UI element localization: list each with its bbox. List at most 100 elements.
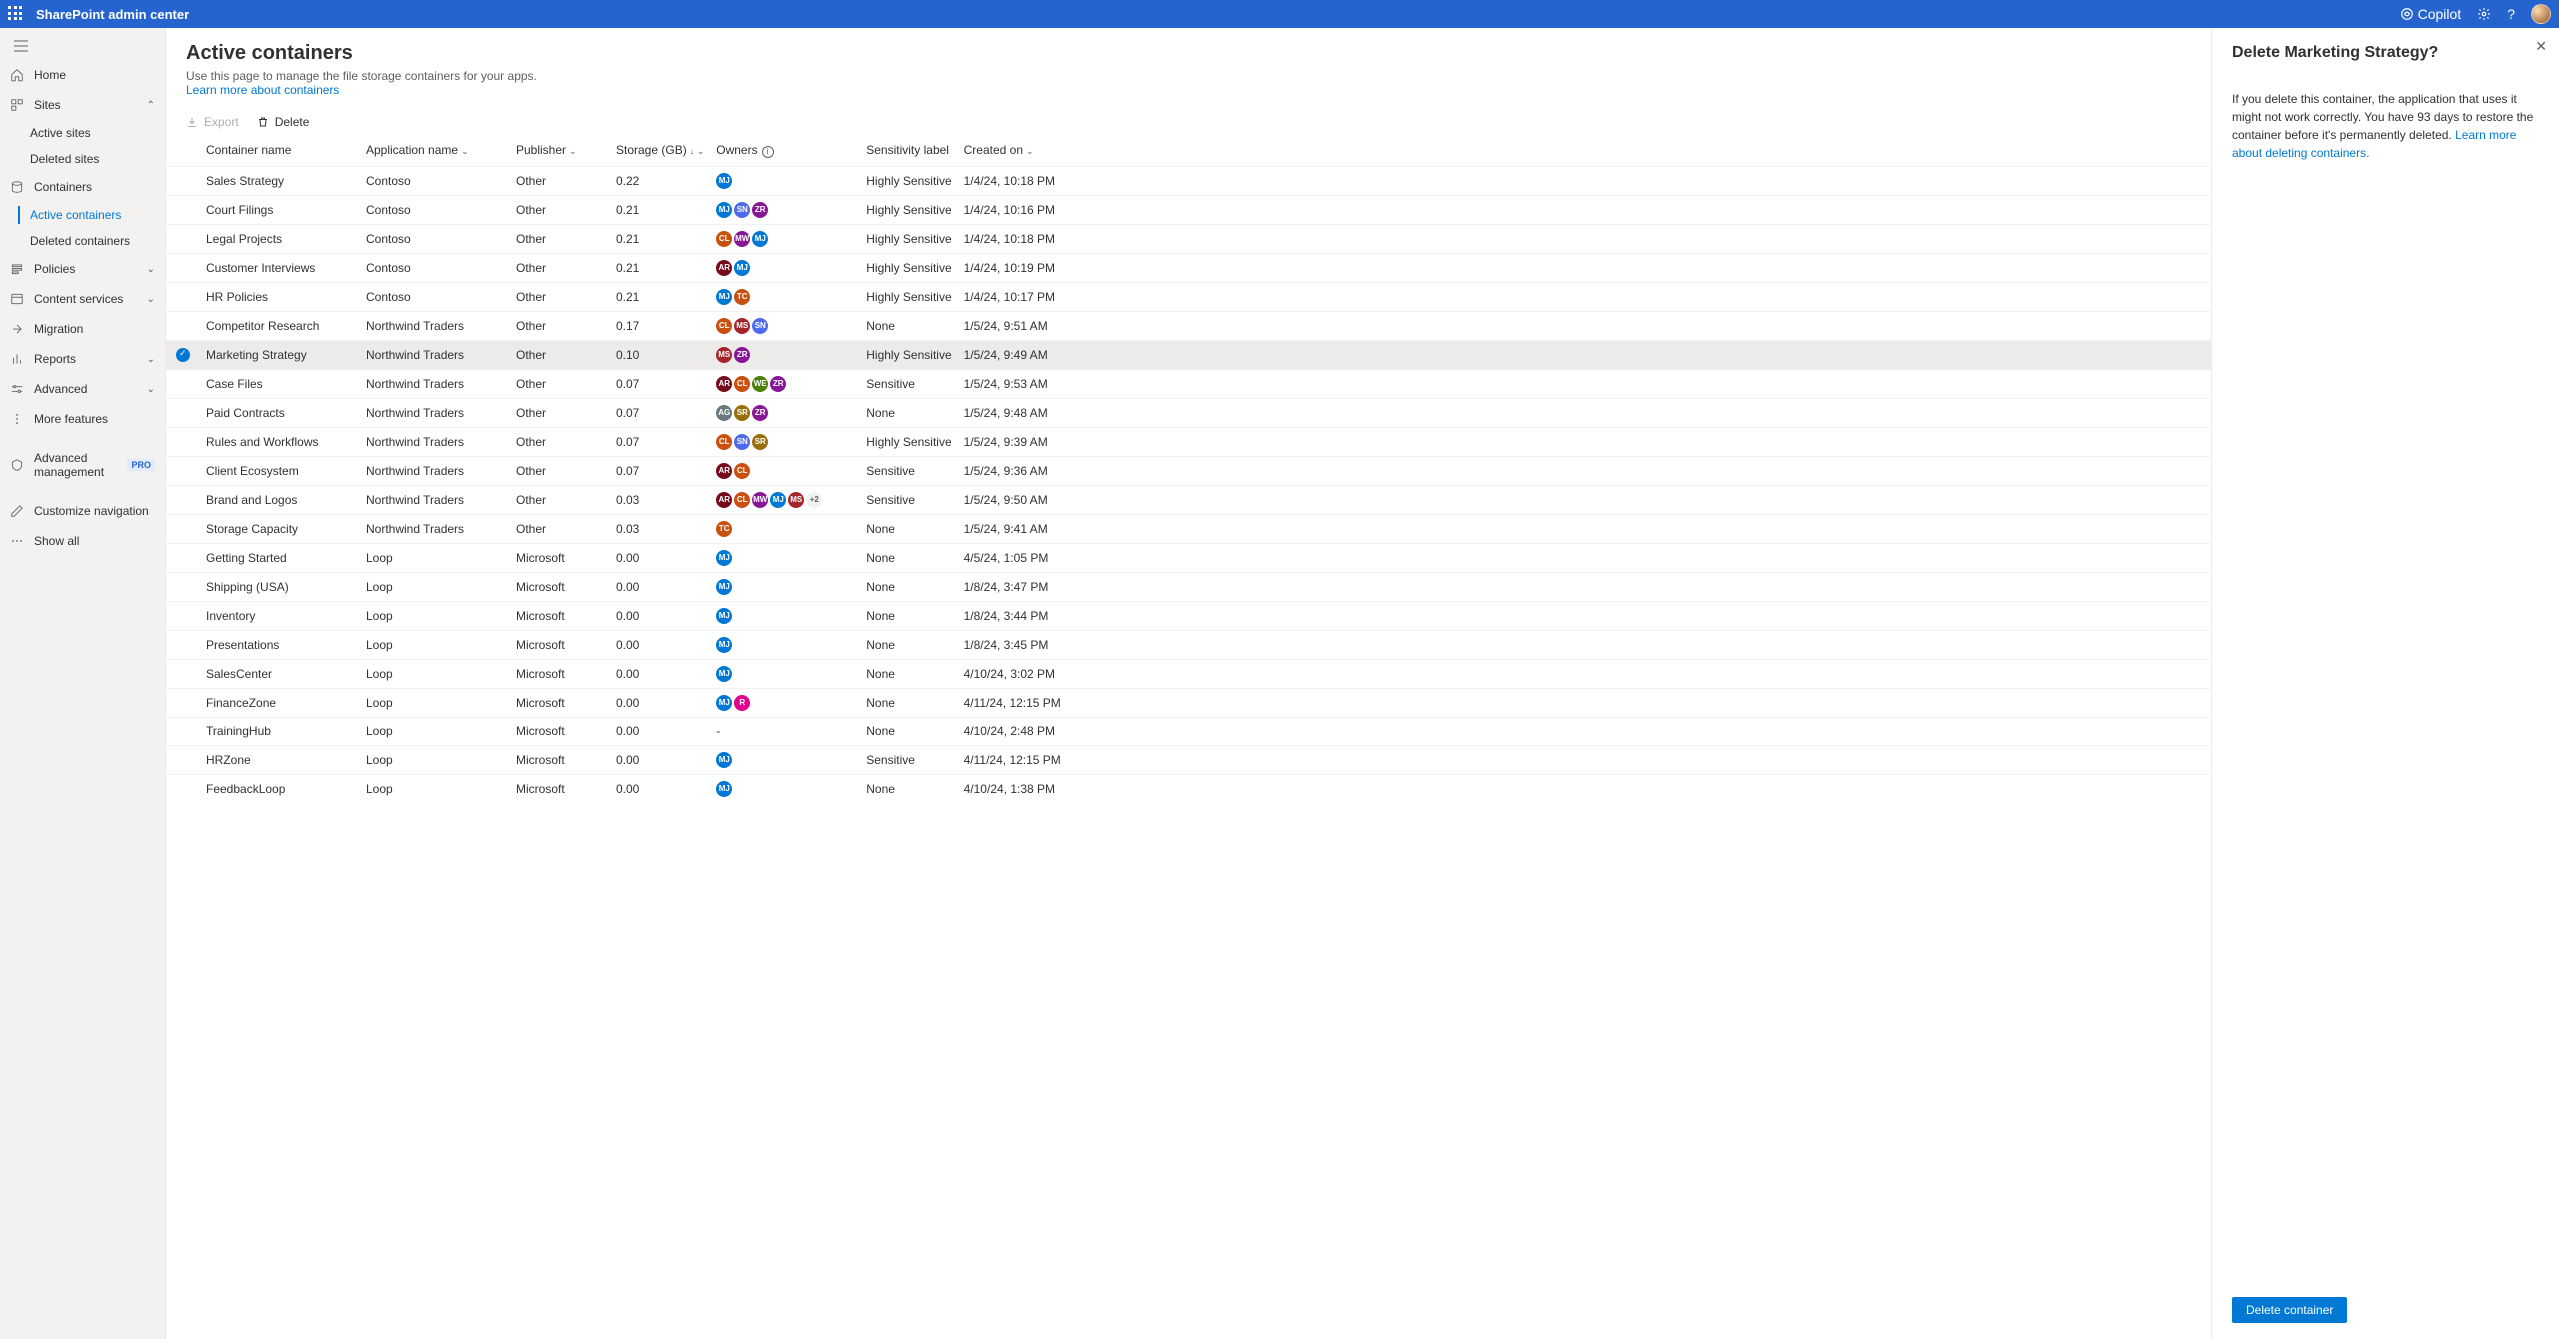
nav-containers[interactable]: Containers (0, 172, 165, 202)
cell-container-name[interactable]: Legal Projects (200, 224, 360, 253)
avatar: MJ (716, 752, 732, 768)
copilot-button[interactable]: Copilot (2400, 6, 2462, 22)
cell-container-name[interactable]: HRZone (200, 745, 360, 774)
cell-container-name[interactable]: TrainingHub (200, 717, 360, 745)
col-owners[interactable]: Ownersi (710, 135, 860, 166)
nav-deleted-containers[interactable]: Deleted containers (0, 228, 165, 254)
cell-storage: 0.03 (610, 514, 710, 543)
learn-more-link[interactable]: Learn more about containers (186, 83, 339, 97)
table-row[interactable]: Brand and LogosNorthwind TradersOther0.0… (166, 485, 2211, 514)
table-row[interactable]: TrainingHubLoopMicrosoft0.00-None4/10/24… (166, 717, 2211, 745)
export-button[interactable]: Export (186, 115, 239, 129)
table-row[interactable]: Storage CapacityNorthwind TradersOther0.… (166, 514, 2211, 543)
table-row[interactable]: FeedbackLoopLoopMicrosoft0.00MJNone4/10/… (166, 774, 2211, 803)
help-icon[interactable]: ? (2507, 6, 2515, 22)
table-row[interactable]: InventoryLoopMicrosoft0.00MJNone1/8/24, … (166, 601, 2211, 630)
home-icon (10, 68, 24, 82)
row-select[interactable] (176, 348, 190, 362)
cell-owners: MJ (710, 659, 860, 688)
table-row[interactable]: Paid ContractsNorthwind TradersOther0.07… (166, 398, 2211, 427)
table-row[interactable]: SalesCenterLoopMicrosoft0.00MJNone4/10/2… (166, 659, 2211, 688)
cell-container-name[interactable]: Court Filings (200, 195, 360, 224)
nav-active-containers[interactable]: Active containers (0, 202, 165, 228)
cell-container-name[interactable]: Client Ecosystem (200, 456, 360, 485)
nav-customize-navigation[interactable]: Customize navigation (0, 496, 165, 526)
cell-container-name[interactable]: Storage Capacity (200, 514, 360, 543)
cell-container-name[interactable]: FinanceZone (200, 688, 360, 717)
cell-container-name[interactable]: Rules and Workflows (200, 427, 360, 456)
nav-migration[interactable]: Migration (0, 314, 165, 344)
table-row[interactable]: Shipping (USA)LoopMicrosoft0.00MJNone1/8… (166, 572, 2211, 601)
close-icon[interactable]: ✕ (2535, 38, 2547, 55)
cell-created: 1/5/24, 9:36 AM (958, 456, 2211, 485)
cell-application: Loop (360, 543, 510, 572)
chevron-down-icon: ⌄ (147, 264, 155, 275)
nav-policies[interactable]: Policies ⌄ (0, 254, 165, 284)
cell-container-name[interactable]: Presentations (200, 630, 360, 659)
nav-active-sites[interactable]: Active sites (0, 120, 165, 146)
avatar: MJ (716, 579, 732, 595)
nav-show-all[interactable]: Show all (0, 526, 165, 556)
avatar-overflow[interactable]: +2 (806, 492, 822, 508)
nav-reports[interactable]: Reports ⌄ (0, 344, 165, 374)
cell-container-name[interactable]: Case Files (200, 369, 360, 398)
table-row[interactable]: HR PoliciesContosoOther0.21MJTCHighly Se… (166, 282, 2211, 311)
cell-container-name[interactable]: FeedbackLoop (200, 774, 360, 803)
nav-sites[interactable]: Sites ⌃ (0, 90, 165, 120)
col-storage[interactable]: Storage (GB)↓ ⌄ (610, 135, 710, 166)
cell-container-name[interactable]: Brand and Logos (200, 485, 360, 514)
info-icon[interactable]: i (762, 146, 774, 158)
cell-application: Northwind Traders (360, 514, 510, 543)
nav-advanced[interactable]: Advanced ⌄ (0, 374, 165, 404)
table-row[interactable]: Marketing StrategyNorthwind TradersOther… (166, 340, 2211, 369)
cell-container-name[interactable]: Competitor Research (200, 311, 360, 340)
col-created-on[interactable]: Created on⌄ (958, 135, 2211, 166)
cell-container-name[interactable]: Sales Strategy (200, 166, 360, 195)
table-row[interactable]: Court FilingsContosoOther0.21MJSNZRHighl… (166, 195, 2211, 224)
nav-more-features[interactable]: More features (0, 404, 165, 434)
settings-icon[interactable] (2477, 7, 2491, 21)
cell-storage: 0.07 (610, 427, 710, 456)
nav-advanced-management[interactable]: Advanced management PRO (0, 450, 165, 480)
table-row[interactable]: FinanceZoneLoopMicrosoft0.00MJRNone4/11/… (166, 688, 2211, 717)
nav-collapse-button[interactable] (0, 32, 165, 60)
nav-home[interactable]: Home (0, 60, 165, 90)
nav-deleted-sites[interactable]: Deleted sites (0, 146, 165, 172)
cell-storage: 0.07 (610, 456, 710, 485)
table-row[interactable]: Sales StrategyContosoOther0.22MJHighly S… (166, 166, 2211, 195)
delete-button[interactable]: Delete (257, 115, 310, 129)
cell-container-name[interactable]: Inventory (200, 601, 360, 630)
table-row[interactable]: Customer InterviewsContosoOther0.21ARMJH… (166, 253, 2211, 282)
profile-avatar[interactable] (2531, 4, 2551, 24)
waffle-icon[interactable] (8, 6, 24, 22)
cell-sensitivity: None (860, 572, 957, 601)
col-publisher[interactable]: Publisher⌄ (510, 135, 610, 166)
cell-container-name[interactable]: Shipping (USA) (200, 572, 360, 601)
cell-container-name[interactable]: HR Policies (200, 282, 360, 311)
table-row[interactable]: Getting StartedLoopMicrosoft0.00MJNone4/… (166, 543, 2211, 572)
nav-content-services[interactable]: Content services ⌄ (0, 284, 165, 314)
avatar: MJ (770, 492, 786, 508)
cell-owners: MJ (710, 543, 860, 572)
cell-storage: 0.00 (610, 572, 710, 601)
cell-container-name[interactable]: Getting Started (200, 543, 360, 572)
table-row[interactable]: Rules and WorkflowsNorthwind TradersOthe… (166, 427, 2211, 456)
table-row[interactable]: Competitor ResearchNorthwind TradersOthe… (166, 311, 2211, 340)
cell-container-name[interactable]: Marketing Strategy (200, 340, 360, 369)
cell-container-name[interactable]: Customer Interviews (200, 253, 360, 282)
cell-publisher: Microsoft (510, 774, 610, 803)
table-row[interactable]: HRZoneLoopMicrosoft0.00MJSensitive4/11/2… (166, 745, 2211, 774)
cell-container-name[interactable]: SalesCenter (200, 659, 360, 688)
col-container-name[interactable]: Container name (200, 135, 360, 166)
table-row[interactable]: Case FilesNorthwind TradersOther0.07ARCL… (166, 369, 2211, 398)
cell-publisher: Other (510, 485, 610, 514)
col-sensitivity[interactable]: Sensitivity label (860, 135, 957, 166)
col-application-name[interactable]: Application name⌄ (360, 135, 510, 166)
cell-container-name[interactable]: Paid Contracts (200, 398, 360, 427)
table-row[interactable]: Client EcosystemNorthwind TradersOther0.… (166, 456, 2211, 485)
table-row[interactable]: PresentationsLoopMicrosoft0.00MJNone1/8/… (166, 630, 2211, 659)
cell-storage: 0.00 (610, 774, 710, 803)
delete-container-button[interactable]: Delete container (2232, 1297, 2347, 1323)
delete-icon (257, 116, 269, 128)
table-row[interactable]: Legal ProjectsContosoOther0.21CLMWMJHigh… (166, 224, 2211, 253)
